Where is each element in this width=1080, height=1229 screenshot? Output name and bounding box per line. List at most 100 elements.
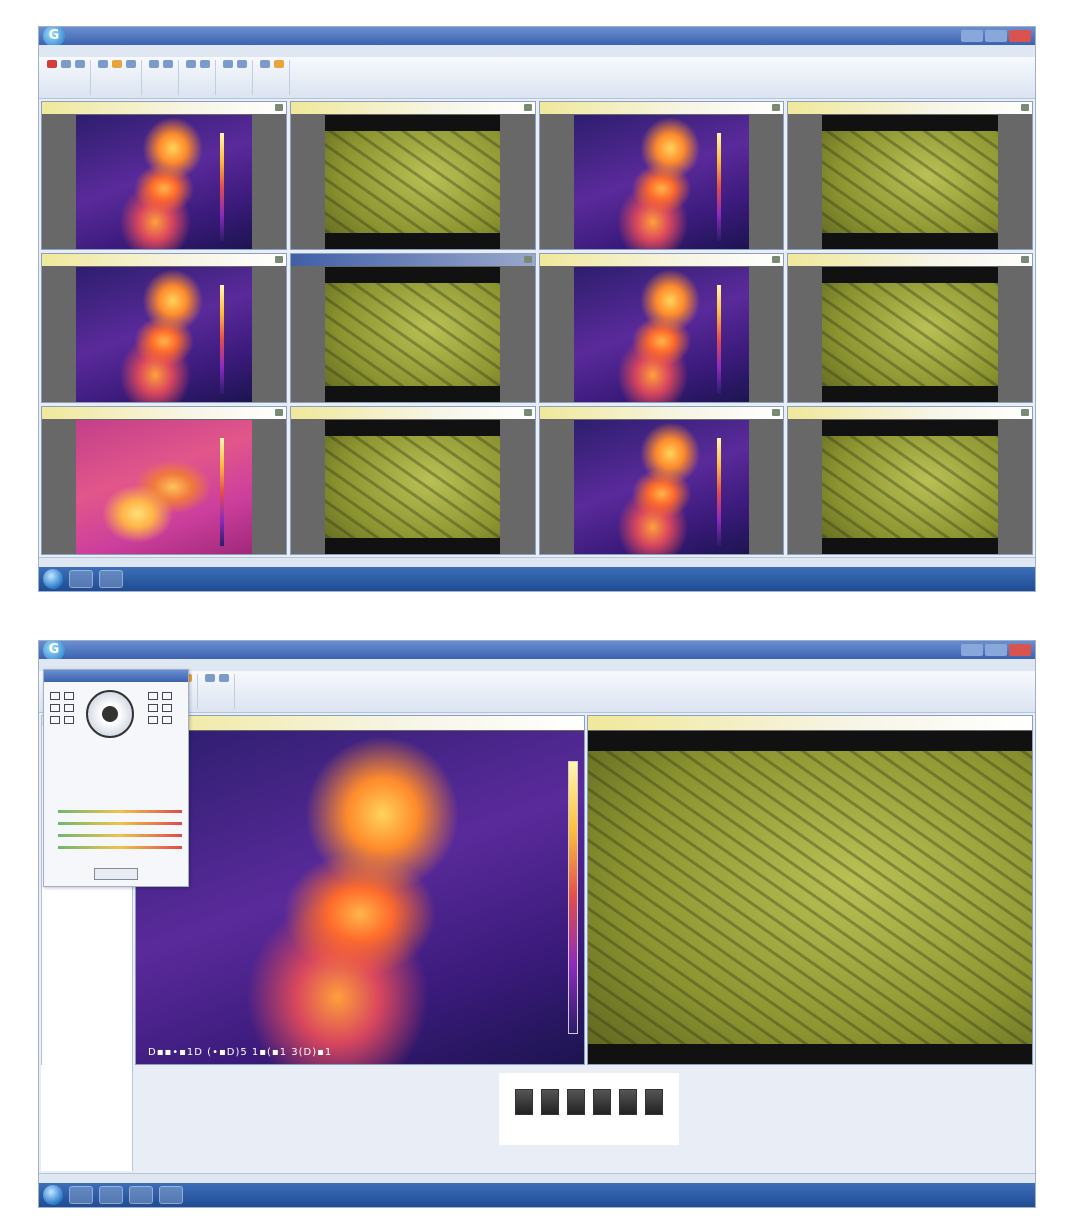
ptz-side-button[interactable] [50, 692, 60, 700]
cell-header-selected [290, 254, 535, 267]
ptz-side-button[interactable] [148, 716, 158, 724]
title-bar: G [39, 27, 1035, 47]
ptz-side-button[interactable] [162, 692, 172, 700]
thermal-feed [76, 419, 252, 554]
toolbar-button-11[interactable] [223, 60, 234, 68]
camera-cell-11[interactable] [538, 405, 785, 555]
camera-cell-6[interactable] [289, 253, 536, 403]
camera-cell-12[interactable] [787, 405, 1033, 555]
app-logo-icon: G [43, 641, 65, 661]
minimize-button[interactable] [961, 30, 983, 42]
maximize-button[interactable] [985, 30, 1007, 42]
camera-cell-7[interactable] [538, 253, 785, 403]
camera-icon[interactable] [274, 104, 283, 111]
camera-cell-2[interactable] [289, 101, 536, 251]
visible-feed [324, 267, 501, 402]
close-button[interactable] [1009, 30, 1031, 42]
visible-feed [822, 419, 998, 554]
camera-cell-1[interactable] [41, 101, 287, 251]
thumbnail[interactable] [619, 1089, 637, 1115]
taskbar-app-icon[interactable] [99, 570, 123, 588]
camera-icon[interactable] [274, 256, 283, 264]
minimize-button[interactable] [961, 644, 983, 656]
camera-grid [41, 101, 1033, 555]
taskbar-folder-icon[interactable] [99, 1186, 123, 1204]
toolbar-button-10[interactable] [200, 60, 211, 68]
start-orb-icon[interactable] [43, 569, 63, 589]
ribbon-group-1 [43, 60, 91, 95]
ptz-side-button[interactable] [64, 704, 74, 712]
visible-view-header [588, 716, 1032, 730]
ptz-speed-slider[interactable] [58, 810, 182, 813]
ptz-side-button[interactable] [162, 716, 172, 724]
camera-cell-3[interactable] [538, 101, 785, 251]
ptz-joystick-icon[interactable] [86, 690, 134, 738]
toolbar-button-3[interactable] [75, 60, 86, 68]
toolbar-button-12[interactable] [219, 674, 230, 682]
maximize-button[interactable] [985, 644, 1007, 656]
cell-header [788, 254, 1032, 267]
ribbon-group-3 [201, 674, 235, 709]
ptz-level-slider[interactable] [58, 822, 182, 825]
camera-cell-5[interactable] [41, 253, 287, 403]
visible-view[interactable] [587, 715, 1033, 1065]
camera-cell-10[interactable] [289, 405, 536, 555]
thermal-osd-readout: D▪▪•▪1D (•▪D)5 1▪(▪1 3(D)▪1 [148, 1047, 333, 1058]
taskbar-app-icon[interactable] [159, 1186, 183, 1204]
ptz-side-button[interactable] [148, 692, 158, 700]
ptz-side-button[interactable] [162, 704, 172, 712]
camera-icon[interactable] [772, 104, 781, 111]
camera-icon[interactable] [523, 256, 532, 264]
camera-icon[interactable] [772, 256, 781, 264]
camera-cell-8[interactable] [787, 253, 1033, 403]
temperature-scale [219, 437, 224, 546]
taskbar-app-icon[interactable] [129, 1186, 153, 1204]
thumbnail[interactable] [645, 1089, 663, 1115]
camera-icon[interactable] [772, 408, 781, 416]
thumbnail[interactable] [541, 1089, 559, 1115]
ptz-confirm-button[interactable] [94, 868, 138, 880]
ptz-side-button[interactable] [148, 704, 158, 712]
ptz-level-slider[interactable] [58, 846, 182, 849]
ptz-side-button[interactable] [50, 716, 60, 724]
toolbar-button-6[interactable] [126, 60, 137, 68]
close-button[interactable] [1009, 644, 1031, 656]
camera-icon[interactable] [1021, 256, 1029, 264]
toolbar-button-5[interactable] [112, 60, 123, 68]
temperature-scale [219, 285, 224, 394]
toolbar-button-1[interactable] [47, 60, 58, 68]
ptz-side-button[interactable] [64, 692, 74, 700]
window-controls [961, 644, 1031, 656]
toolbar-button-11[interactable] [205, 674, 216, 682]
camera-icon[interactable] [523, 104, 532, 111]
ribbon-group-4 [182, 60, 216, 95]
taskbar-explorer-icon[interactable] [69, 1186, 93, 1204]
toolbar-button-2[interactable] [61, 60, 72, 68]
thumbnail[interactable] [593, 1089, 611, 1115]
toolbar-button-14[interactable] [274, 60, 285, 68]
camera-icon[interactable] [523, 408, 532, 416]
thumbnail[interactable] [515, 1089, 533, 1115]
toolbar-button-7[interactable] [149, 60, 160, 68]
ptz-level-slider[interactable] [58, 834, 182, 837]
camera-icon[interactable] [1021, 104, 1029, 111]
thermal-feed: D▪▪•▪1D (•▪D)5 1▪(▪1 3(D)▪1 [136, 731, 584, 1064]
cell-header [42, 406, 286, 419]
taskbar-explorer-icon[interactable] [69, 570, 93, 588]
camera-cell-9[interactable] [41, 405, 287, 555]
camera-cell-4[interactable] [787, 101, 1033, 251]
toolbar-button-12[interactable] [237, 60, 248, 68]
ptz-side-button[interactable] [50, 704, 60, 712]
toolbar-button-13[interactable] [260, 60, 271, 68]
ribbon-group-3 [145, 60, 179, 95]
toolbar-button-8[interactable] [163, 60, 174, 68]
toolbar-button-4[interactable] [98, 60, 109, 68]
thumbnail[interactable] [567, 1089, 585, 1115]
camera-icon[interactable] [274, 408, 283, 416]
ptz-side-button[interactable] [64, 716, 74, 724]
thermal-view[interactable]: D▪▪•▪1D (•▪D)5 1▪(▪1 3(D)▪1 [135, 715, 585, 1065]
toolbar-button-9[interactable] [186, 60, 197, 68]
start-orb-icon[interactable] [43, 1185, 63, 1205]
visible-feed [822, 267, 998, 402]
camera-icon[interactable] [1021, 408, 1029, 416]
